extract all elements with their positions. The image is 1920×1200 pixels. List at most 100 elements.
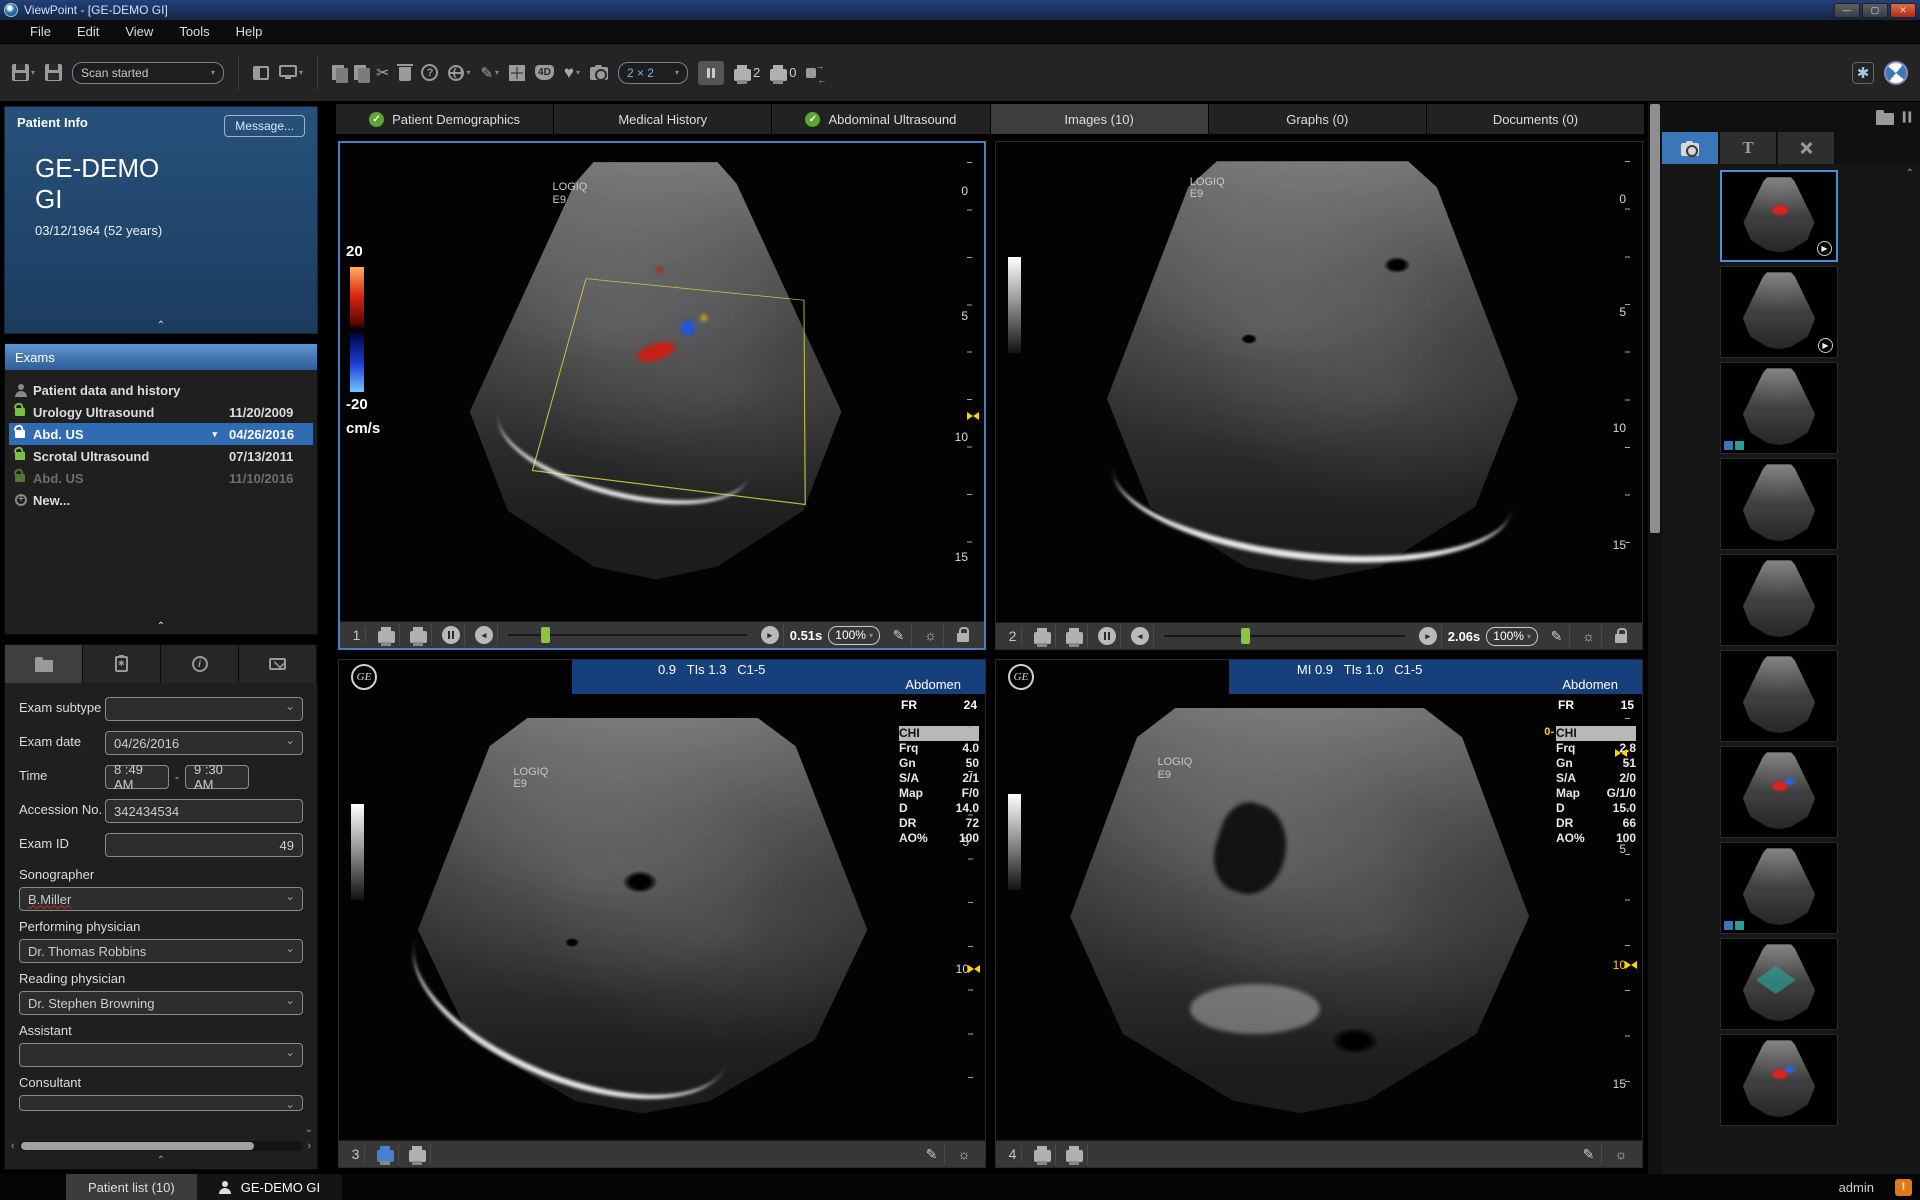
tab-documents[interactable]: Documents (0) xyxy=(1427,104,1645,134)
print-queue-a-button[interactable]: 2 xyxy=(734,65,760,81)
4d-button[interactable]: 4D xyxy=(535,65,554,80)
step-back-button[interactable]: ◂ xyxy=(471,624,498,646)
ultrasound-image-3[interactable]: LOGIQE9 0.9 TIs 1.3 C1-5 Abdomen GE xyxy=(339,660,985,1140)
reading-physician-select[interactable]: Dr. Stephen Browning xyxy=(19,991,303,1015)
save-dropdown-button[interactable]: ▾ xyxy=(12,64,35,81)
scrollbar-thumb[interactable] xyxy=(21,1142,254,1150)
pause-button[interactable] xyxy=(438,624,465,646)
thumbnail-8[interactable] xyxy=(1720,842,1838,934)
lock-button[interactable] xyxy=(950,624,976,646)
print-button-active[interactable] xyxy=(373,1143,399,1165)
exam-row-urology[interactable]: Urology Ultrasound 11/20/2009 xyxy=(9,401,313,423)
snapshot-button[interactable] xyxy=(590,65,608,80)
export-button[interactable] xyxy=(806,68,816,78)
thumbnail-5[interactable] xyxy=(1720,554,1838,646)
paste-button[interactable] xyxy=(354,65,366,80)
brightness-button[interactable]: ☼ xyxy=(951,1143,977,1165)
exam-row-abd-us-2[interactable]: Abd. US 11/10/2016 xyxy=(9,467,313,489)
message-button[interactable]: Message... xyxy=(224,115,305,137)
close-button[interactable]: ✕ xyxy=(1890,3,1916,18)
thumbnail-6[interactable] xyxy=(1720,650,1838,742)
thumbnail-1[interactable]: ▶ xyxy=(1720,170,1838,262)
scan-status-select[interactable]: Scan started▾ xyxy=(72,62,224,84)
layout-select[interactable]: 2 × 2▾ xyxy=(618,62,688,84)
menu-tools[interactable]: Tools xyxy=(167,21,221,42)
accession-input[interactable]: 342434534 xyxy=(105,799,303,823)
ultrasound-image-2[interactable]: LOGIQE9 0 5 10 15 xyxy=(996,142,1642,622)
thumbnail-2[interactable]: ▶ xyxy=(1720,266,1838,358)
ultrasound-panel-1[interactable]: LOGIQE9 20 -20 cm/s xyxy=(338,141,986,650)
annotate-button[interactable]: ✎ xyxy=(1576,1143,1602,1165)
cine-slider[interactable] xyxy=(1164,627,1405,645)
ultrasound-image-1[interactable]: LOGIQE9 20 -20 cm/s xyxy=(340,143,984,621)
step-forward-button[interactable]: ▸ xyxy=(1415,625,1442,647)
lock-button[interactable] xyxy=(1608,625,1634,647)
cardiac-dropdown-button[interactable]: ♥▾ xyxy=(564,63,580,83)
brightness-button[interactable]: ☼ xyxy=(1608,1143,1634,1165)
tab-tools[interactable] xyxy=(1778,132,1834,164)
minimize-button[interactable]: — xyxy=(1834,3,1860,18)
web-dropdown-button[interactable]: ▾ xyxy=(448,65,470,81)
print-queue-b-button[interactable]: 0 xyxy=(770,65,796,81)
brightness-button[interactable]: ☼ xyxy=(918,624,944,646)
browse-icon[interactable] xyxy=(1876,113,1894,125)
exam-subtype-select[interactable] xyxy=(105,697,303,721)
print-button[interactable] xyxy=(374,624,400,646)
exam-id-input[interactable]: 49 xyxy=(105,833,303,857)
tab-thumbnails[interactable] xyxy=(1662,132,1718,164)
exam-row-new[interactable]: +New... xyxy=(9,489,313,511)
annotate-button[interactable]: ✎ xyxy=(886,624,912,646)
alert-badge[interactable]: ! xyxy=(1895,1179,1912,1196)
collapse-chevron-icon[interactable]: ⌃ xyxy=(157,320,165,331)
ultrasound-panel-4[interactable]: LOGIQE9 MI 0.9 TIs 1.0 C1-5 Abdomen GE xyxy=(995,659,1643,1168)
consultant-select[interactable] xyxy=(19,1095,303,1111)
scroll-up-chevron-icon[interactable]: ⌃ xyxy=(1906,168,1914,179)
exam-date-select[interactable]: 04/26/2016 xyxy=(105,731,303,755)
tab-text[interactable]: T xyxy=(1720,132,1776,164)
compare-toggle-button[interactable] xyxy=(698,61,724,85)
annotate-button[interactable]: ✎ xyxy=(1544,625,1570,647)
thumbnail-7[interactable] xyxy=(1720,746,1838,838)
patient-list-tab[interactable]: Patient list (10) xyxy=(66,1174,197,1200)
pause-button[interactable] xyxy=(1094,625,1121,647)
tab-exam-clipboard[interactable] xyxy=(83,645,161,683)
delete-button[interactable] xyxy=(399,64,411,81)
tab-exam-mail[interactable] xyxy=(239,645,317,683)
exam-row-scrotal[interactable]: Scrotal Ultrasound 07/13/2011 xyxy=(9,445,313,467)
tab-medical-history[interactable]: Medical History xyxy=(554,104,772,134)
menu-help[interactable]: Help xyxy=(224,21,275,42)
ultrasound-panel-3[interactable]: LOGIQE9 0.9 TIs 1.3 C1-5 Abdomen GE xyxy=(338,659,986,1168)
zoom-select[interactable]: 100%▾ xyxy=(828,626,880,645)
menu-file[interactable]: File xyxy=(18,21,63,42)
help-button[interactable]: ? xyxy=(421,64,438,81)
scroll-right-arrow-icon[interactable]: › xyxy=(307,1140,311,1152)
print-add-button[interactable] xyxy=(406,624,432,646)
print-add-button[interactable] xyxy=(405,1143,431,1165)
print-button[interactable] xyxy=(1030,1143,1056,1165)
annotate-button[interactable]: ✎ xyxy=(919,1143,945,1165)
tab-images[interactable]: Images (10) xyxy=(991,104,1209,134)
exam-row-patient-data[interactable]: Patient data and history xyxy=(9,379,313,401)
step-back-button[interactable]: ◂ xyxy=(1127,625,1154,647)
tab-graphs[interactable]: Graphs (0) xyxy=(1209,104,1427,134)
time-end-input[interactable]: 9 :30 AM xyxy=(185,765,249,789)
scroll-left-arrow-icon[interactable]: ‹ xyxy=(11,1140,15,1152)
chevron-down-icon[interactable]: ▾ xyxy=(212,429,217,440)
performing-physician-select[interactable]: Dr. Thomas Robbins xyxy=(19,939,303,963)
print-button[interactable] xyxy=(1030,625,1056,647)
collapse-chevron-icon[interactable]: ⌃ xyxy=(157,621,165,632)
print-add-button[interactable] xyxy=(1062,625,1088,647)
print-add-button[interactable] xyxy=(1062,1143,1088,1165)
slider-thumb[interactable] xyxy=(1241,628,1250,644)
brightness-button[interactable]: ☼ xyxy=(1576,625,1602,647)
save-button[interactable] xyxy=(45,64,62,81)
time-start-input[interactable]: 8 :49 AM xyxy=(105,765,169,789)
scrollbar-thumb[interactable] xyxy=(1650,104,1660,533)
form-horizontal-scrollbar[interactable]: ‹ › xyxy=(11,1139,311,1153)
grid-layout-button[interactable] xyxy=(509,65,525,81)
thumbnail-3[interactable] xyxy=(1720,362,1838,454)
cut-button[interactable]: ✂ xyxy=(376,63,389,83)
scroll-down-chevron-icon[interactable]: ⌄ xyxy=(305,1124,313,1135)
ultrasound-image-4[interactable]: LOGIQE9 MI 0.9 TIs 1.0 C1-5 Abdomen GE xyxy=(996,660,1642,1140)
zoom-select[interactable]: 100%▾ xyxy=(1486,627,1538,646)
